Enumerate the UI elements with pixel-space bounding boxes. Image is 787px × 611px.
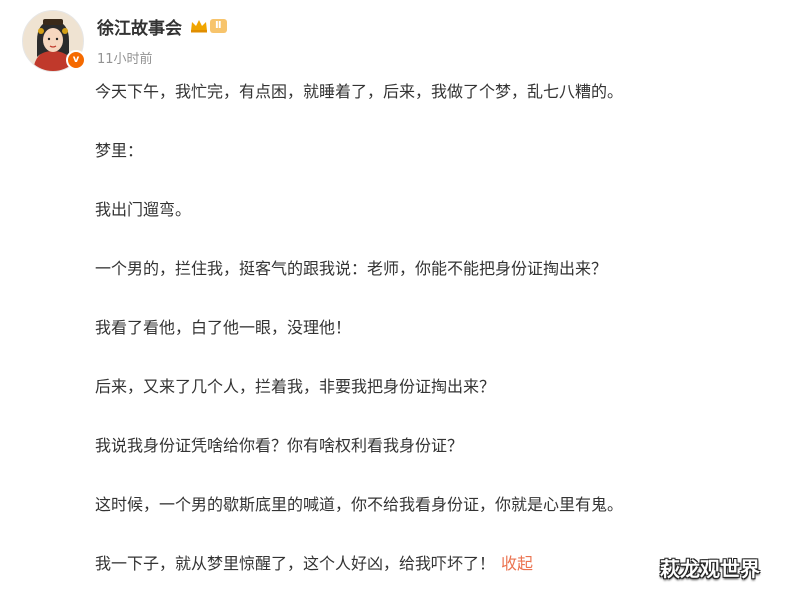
post-paragraph: 今天下午，我忙完，有点困，就睡着了，后来，我做了个梦，乱七八糟的。: [95, 82, 624, 101]
post-paragraph: 梦里：: [95, 141, 144, 160]
post-paragraph: 我看了看他，白了他一眼，没理他！: [95, 318, 352, 337]
post-header: v 徐江故事会 Ⅱ 11小时前: [22, 10, 227, 72]
crown-icon[interactable]: [190, 19, 208, 33]
avatar-container[interactable]: v: [22, 10, 86, 72]
post-time[interactable]: 11小时前: [97, 48, 227, 67]
watermark: 萩龙观世界: [660, 557, 760, 581]
post-paragraph: 我出门遛弯。: [95, 200, 192, 219]
verified-badge-icon: v: [66, 50, 86, 70]
post-last-paragraph: 我一下子，就从梦里惊醒了，这个人好凶，给我吓坏了！ 收起: [95, 552, 735, 576]
author-name[interactable]: 徐江故事会: [97, 14, 182, 39]
collapse-link[interactable]: 收起: [501, 554, 533, 573]
author-meta: 徐江故事会 Ⅱ 11小时前: [97, 10, 227, 72]
post-paragraph: 后来，又来了几个人，拦着我，非要我把身份证掏出来？: [95, 377, 496, 396]
post-paragraph: 这时候，一个男的歇斯底里的喊道，你不给我看身份证，你就是心里有鬼。: [95, 495, 624, 514]
post-paragraph: 我说我身份证凭啥给你看？你有啥权利看我身份证？: [95, 436, 464, 455]
post-paragraph: 一个男的，拦住我，挺客气的跟我说：老师，你能不能把身份证掏出来？: [95, 259, 608, 278]
post-content: 今天下午，我忙完，有点困，就睡着了，后来，我做了个梦，乱七八糟的。 梦里： 我出…: [95, 80, 735, 611]
member-level-badge[interactable]: Ⅱ: [210, 19, 227, 33]
name-row: 徐江故事会 Ⅱ: [97, 14, 227, 39]
post-paragraph-text: 我一下子，就从梦里惊醒了，这个人好凶，给我吓坏了！: [95, 554, 496, 573]
